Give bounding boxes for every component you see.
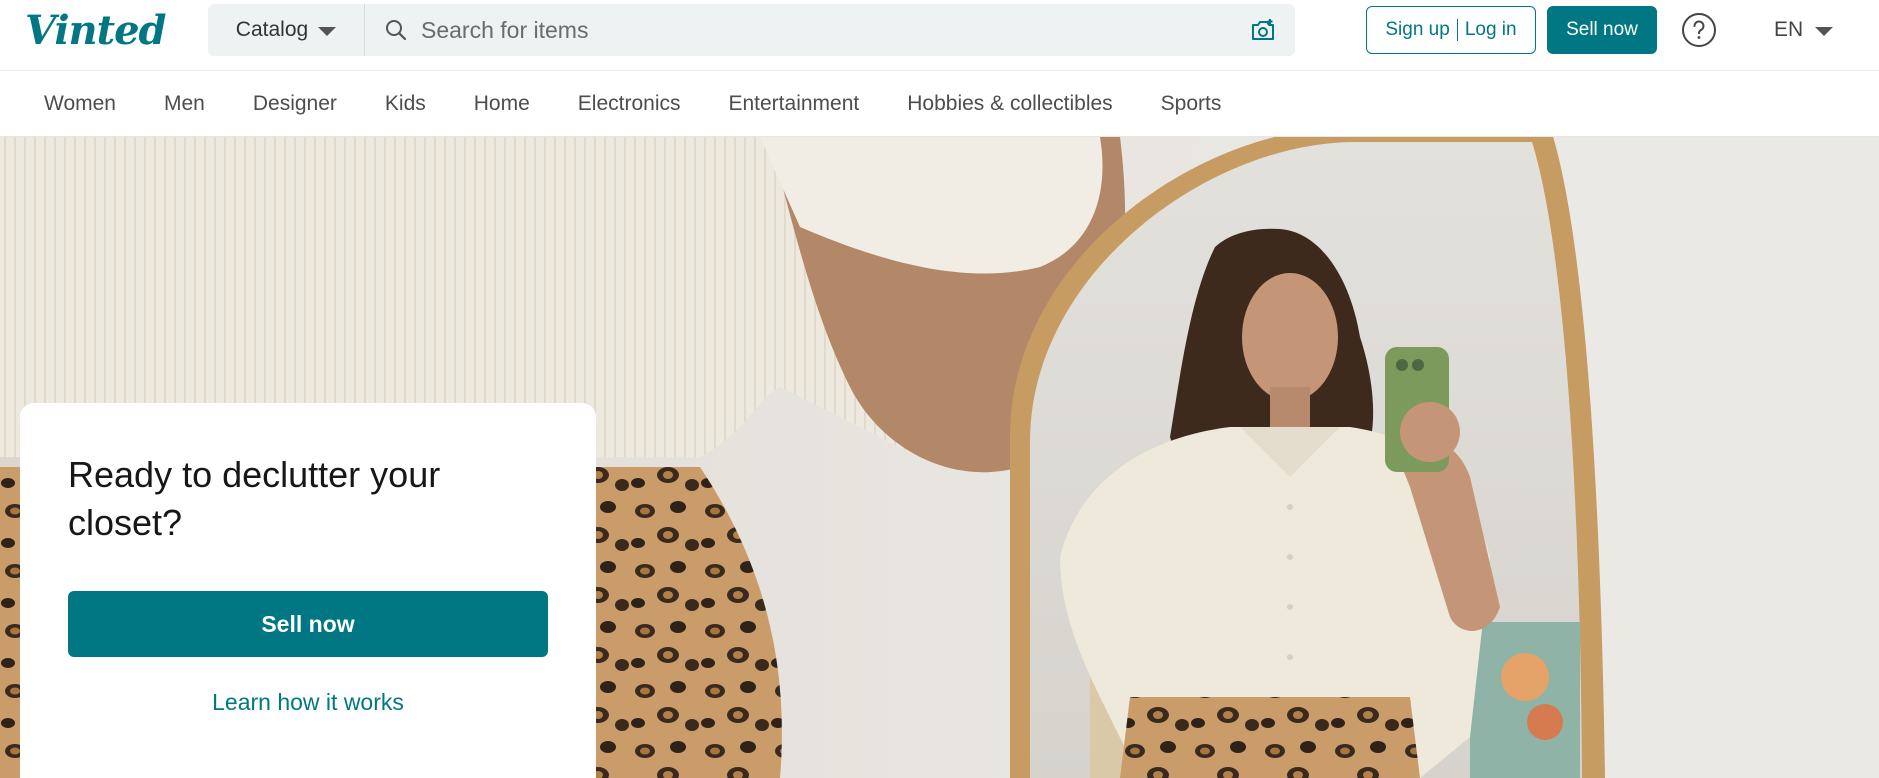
hero-title: Ready to declutter your closet? bbox=[68, 454, 441, 543]
sell-promo-card: Ready to declutter your closet? Sell now… bbox=[20, 403, 596, 778]
catalog-label: Catalog bbox=[235, 18, 309, 41]
camera-search-icon[interactable] bbox=[1245, 12, 1281, 48]
nav-item-sports[interactable]: Sports bbox=[1161, 92, 1222, 116]
divider bbox=[1456, 19, 1458, 41]
nav-item-entertainment[interactable]: Entertainment bbox=[728, 92, 859, 116]
nav-item-men[interactable]: Men bbox=[164, 92, 205, 116]
learn-how-it-works-link[interactable]: Learn how it works bbox=[68, 689, 548, 716]
chevron-down-icon bbox=[1815, 26, 1834, 36]
search-bar: Catalog bbox=[208, 4, 1295, 56]
sell-now-button[interactable]: Sell now bbox=[1547, 6, 1657, 54]
catalog-dropdown[interactable]: Catalog bbox=[208, 4, 365, 56]
nav-item-kids[interactable]: Kids bbox=[385, 92, 426, 116]
nav-item-women[interactable]: Women bbox=[44, 92, 116, 116]
hero-banner: Ready to declutter your closet? Sell now… bbox=[0, 137, 1879, 778]
vinted-logo[interactable]: Vinted bbox=[25, 2, 167, 58]
question-circle-icon[interactable] bbox=[1681, 12, 1717, 48]
chevron-down-icon bbox=[318, 26, 337, 36]
search-icon bbox=[381, 15, 411, 45]
nav-item-designer[interactable]: Designer bbox=[253, 92, 337, 116]
category-nav: Women Men Designer Kids Home Electronics… bbox=[0, 70, 1879, 137]
auth-button-group: Sign up Log in bbox=[1366, 6, 1536, 54]
hero-sell-now-button[interactable]: Sell now bbox=[68, 591, 548, 657]
top-header: Vinted Catalog Sign up Log in Sell now bbox=[0, 0, 1879, 70]
search-input[interactable] bbox=[411, 4, 1245, 56]
sign-up-link[interactable]: Sign up bbox=[1385, 19, 1449, 41]
nav-item-hobbies-collectibles[interactable]: Hobbies & collectibles bbox=[907, 92, 1112, 116]
language-selector[interactable]: EN bbox=[1774, 14, 1834, 46]
nav-item-electronics[interactable]: Electronics bbox=[578, 92, 681, 116]
log-in-link[interactable]: Log in bbox=[1465, 19, 1517, 41]
nav-item-home[interactable]: Home bbox=[474, 92, 530, 116]
language-label: EN bbox=[1774, 18, 1804, 41]
